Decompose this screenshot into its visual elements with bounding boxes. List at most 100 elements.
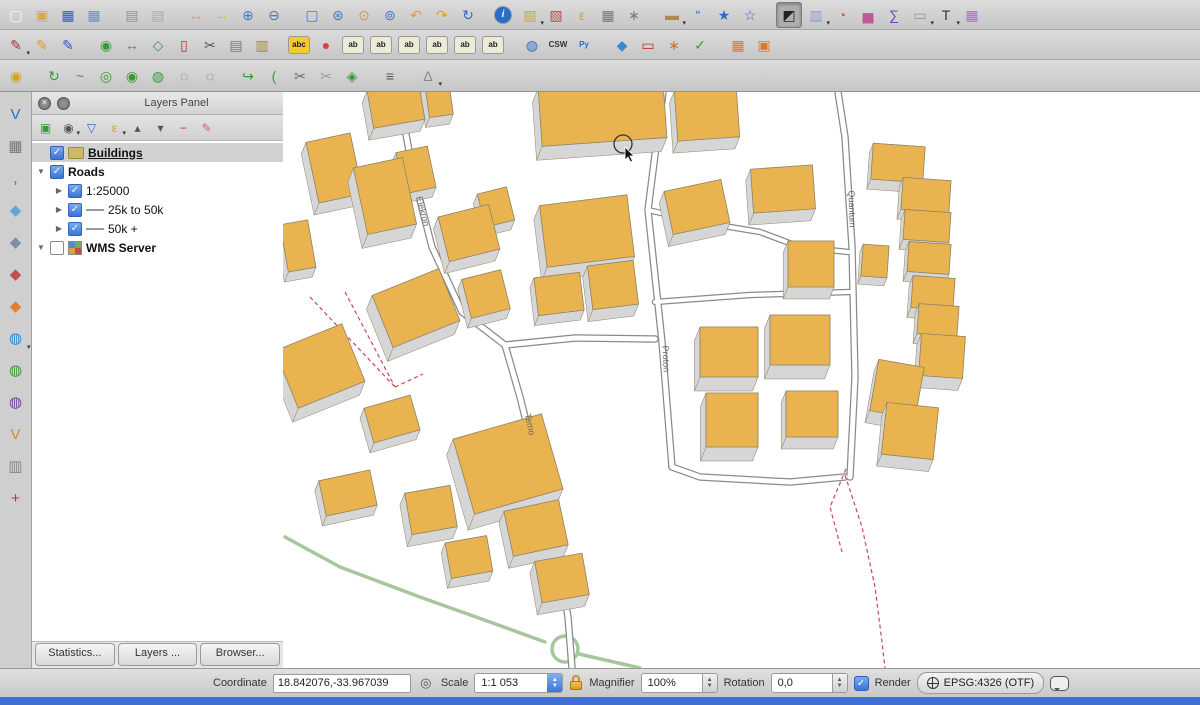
node-tool-icon[interactable]: ◇ [146,33,170,57]
expander-icon[interactable]: ▶ [54,186,64,195]
combo-arrows-icon[interactable] [547,674,562,692]
layer-checkbox[interactable] [50,241,64,255]
add-vector-layer-icon[interactable]: V [3,101,29,127]
crs-status-button[interactable]: EPSG:4326 (OTF) [917,672,1044,694]
new-composer-icon[interactable]: ▤ [120,3,144,27]
add-feature-icon[interactable]: ◉ [94,33,118,57]
stepper-icon[interactable] [702,674,717,692]
python-console-icon[interactable]: Py [572,33,596,57]
label-properties-icon[interactable]: ab [454,36,476,54]
field-calculator-icon[interactable]: ∗ [622,3,646,27]
layer-item-roads[interactable]: ▼Roads [32,162,283,181]
grass-tools-icon[interactable]: ▦ [726,33,750,57]
add-group-icon[interactable]: ▣ [36,118,55,137]
topology-checker-icon[interactable]: ✓ [688,33,712,57]
refresh-map-icon[interactable]: ↻ [456,3,480,27]
new-bookmark-icon[interactable]: ★ [712,3,736,27]
panel-tab-layers[interactable]: Layers ... [118,643,198,666]
collapse-all-icon[interactable]: ▾ [151,118,170,137]
grass-region-icon[interactable]: ▣ [752,33,776,57]
zoom-actual-icon[interactable]: ▢ [300,3,324,27]
label-show-hide-icon[interactable]: ab [370,36,392,54]
layer-checkbox[interactable] [68,184,82,198]
delete-part-icon[interactable]: ◌ [198,64,222,88]
labeling-abc-icon[interactable]: abc [288,36,310,54]
layer-item-1-25000[interactable]: ▶1:25000 [32,181,283,200]
delete-selected-icon[interactable]: ▯ [172,33,196,57]
stepper-icon[interactable] [832,674,847,692]
csw-catalog-icon[interactable]: CSW [546,33,570,57]
split-features-icon[interactable]: ✂ [288,64,312,88]
copy-features-icon[interactable]: ▤ [224,33,248,57]
statistics-sum-icon[interactable]: ∑ [882,3,906,27]
add-virtual-layer-icon[interactable]: ▥ [3,453,29,479]
fill-ring-icon[interactable]: ◍ [146,64,170,88]
measure-icon[interactable]: ▬ [660,3,684,27]
reshape-features-icon[interactable]: ↪ [236,64,260,88]
processing-toolbox-icon[interactable]: ◆ [610,33,634,57]
magnifier-spinbox[interactable]: 100% [641,673,718,693]
osm-tools-icon[interactable]: ∗ [662,33,686,57]
label-options-ball-icon[interactable]: ● [314,33,338,57]
remove-layer-icon[interactable]: − [174,118,193,137]
pan-to-selection-icon[interactable]: ↔ [210,3,234,27]
layer-checkbox[interactable] [68,203,82,217]
extent-capture-icon[interactable]: ▭ [636,33,660,57]
filter-legend-icon[interactable]: ▽ [82,118,101,137]
offset-curve-icon[interactable]: ( [262,64,286,88]
advanced-digitizing-icon[interactable]: Δ [416,64,440,88]
expander-icon[interactable]: ▼ [36,167,46,176]
label-curved-icon[interactable]: ab [482,36,504,54]
layer-checkbox[interactable] [50,165,64,179]
chart-statistics-icon[interactable]: ▅ [856,3,880,27]
zoom-in-icon[interactable]: ⊕ [236,3,260,27]
text-annotation-icon[interactable]: T [934,3,958,27]
add-wms-layer-icon[interactable]: ◍ [3,325,29,351]
add-ring-icon[interactable]: ◎ [94,64,118,88]
ruler-tool-icon[interactable]: ▭ [908,3,932,27]
panel-tab-statistics[interactable]: Statistics... [35,643,115,666]
map-tips-icon[interactable]: “ [686,3,710,27]
save-project-as-icon[interactable]: ▦ [82,3,106,27]
open-attribute-table-icon[interactable]: ▦ [596,3,620,27]
layer-checkbox[interactable] [50,146,64,160]
coordinate-input[interactable] [273,674,411,693]
deselect-features-icon[interactable]: ▧ [544,3,568,27]
pan-map-icon[interactable]: ↔ [184,3,208,27]
labeling-options-icon[interactable]: ▥ [804,3,828,27]
expander-icon[interactable]: ▶ [54,205,64,214]
rotation-spinbox[interactable]: 0,0 [771,673,848,693]
label-rotate-icon[interactable]: ab [426,36,448,54]
zoom-to-layer-icon[interactable]: ⊚ [378,3,402,27]
add-wfs-layer-icon[interactable]: ◍ [3,389,29,415]
new-project-icon[interactable]: ▢ [4,3,28,27]
delete-ring-icon[interactable]: ◌ [172,64,196,88]
add-delimited-text-layer-icon[interactable]: , [3,165,29,191]
zoom-out-icon[interactable]: ⊖ [262,3,286,27]
rotate-feature-icon[interactable]: ↻ [42,64,66,88]
add-mssql-layer-icon[interactable]: ◆ [3,261,29,287]
open-project-icon[interactable]: ▣ [30,3,54,27]
save-layer-edits-icon[interactable]: ✎ [56,33,80,57]
current-edits-icon[interactable]: ✎ [4,33,28,57]
add-raster-layer-icon[interactable]: ▦ [3,133,29,159]
mouse-position-icon[interactable] [417,674,435,692]
zoom-next-icon[interactable]: ↷ [430,3,454,27]
merge-attributes-icon[interactable]: ≡ [378,64,402,88]
scale-lock-icon[interactable] [569,675,583,691]
label-move-icon[interactable]: ab [398,36,420,54]
split-parts-icon[interactable]: ✂ [314,64,338,88]
add-postgis-layer-icon[interactable]: ◆ [3,229,29,255]
filter-expression-icon[interactable]: ε [105,118,124,137]
add-wcs-layer-icon[interactable]: ◍ [3,357,29,383]
composer-manager-icon[interactable]: ▤ [146,3,170,27]
layer-item-50k[interactable]: ▶50k + [32,219,283,238]
osm-place-search-icon[interactable]: ▦ [960,3,984,27]
add-spatialite-layer-icon[interactable]: ◆ [3,197,29,223]
map-view-3d-icon[interactable]: ◩ [776,2,802,28]
layer-item-wms-server[interactable]: ▼WMS Server [32,238,283,257]
scale-combobox[interactable]: 1:1 053 [474,673,563,693]
layer-item-25k-to-50k[interactable]: ▶25k to 50k [32,200,283,219]
enable-tracing-icon[interactable]: ◉ [4,64,28,88]
layer-item-buildings[interactable]: Buildings [32,143,283,162]
